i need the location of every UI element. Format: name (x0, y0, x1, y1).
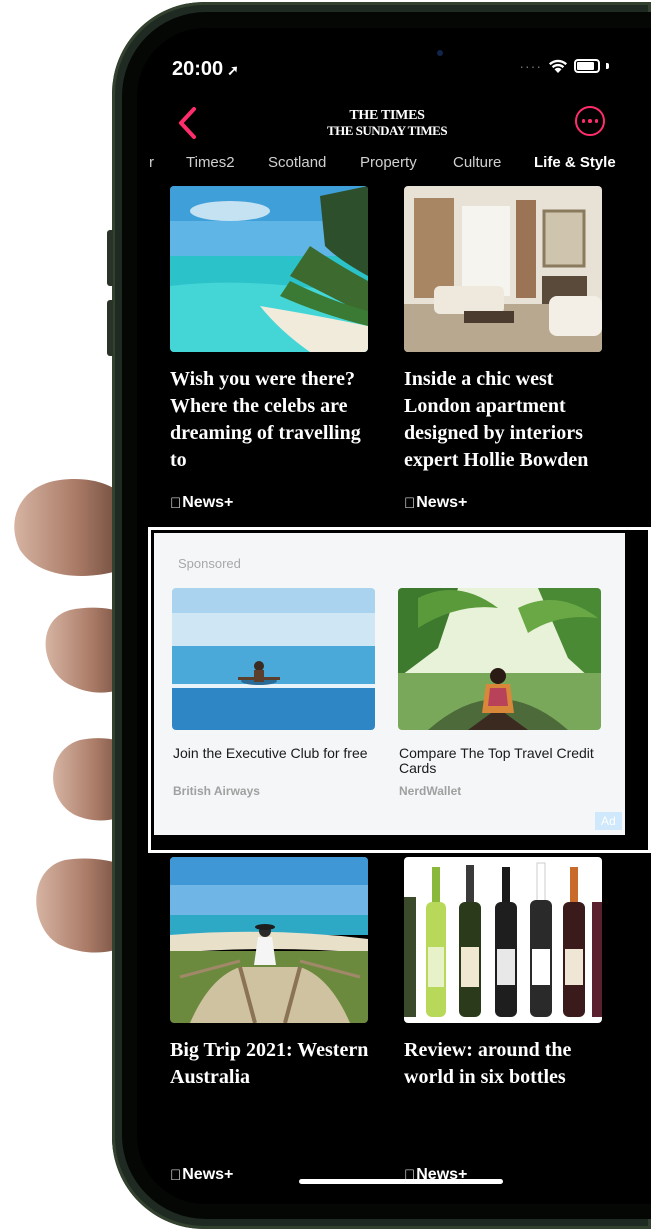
tab-scotland[interactable]: Scotland (268, 154, 326, 171)
status-time: 20:00 ➚ (172, 58, 239, 80)
sponsored-ad-module: Sponsored Join the Executive Club for fr… (148, 527, 651, 853)
camera-icon (437, 50, 443, 56)
ad-panel: Sponsored Join the Executive Club for fr… (154, 533, 625, 835)
ad-advertiser: NerdWallet (399, 784, 462, 798)
news-plus-badge: News+ (170, 494, 233, 512)
volume-down-button (107, 300, 113, 356)
ad-advertiser: British Airways (173, 784, 260, 798)
back-chevron-icon[interactable] (175, 106, 199, 140)
bottles-illustration (404, 857, 602, 1023)
tab-times2[interactable]: Times2 (186, 154, 235, 171)
phone-screen: 20:00 ➚ ···· THE TIMES THE SUNDAY TIMES r… (137, 28, 651, 1204)
tab-partial[interactable]: r (149, 154, 154, 171)
wifi-icon (549, 59, 567, 73)
location-arrow-icon: ➚ (227, 62, 239, 78)
publication-logo: THE TIMES THE SUNDAY TIMES (326, 108, 448, 138)
tab-culture[interactable]: Culture (453, 154, 501, 171)
ad-title[interactable]: Join the Executive Club for free (173, 746, 378, 761)
tab-property[interactable]: Property (360, 154, 417, 171)
section-tabs: r Times2 Scotland Property Culture Life … (137, 154, 651, 180)
battery-icon (574, 59, 600, 73)
beach-illustration (170, 186, 368, 352)
ad-title[interactable]: Compare The Top Travel Credit Cards (399, 746, 604, 776)
article-image-boardwalk[interactable] (170, 857, 368, 1023)
article-headline[interactable]: Big Trip 2021: Western Australia (170, 1037, 380, 1091)
jungle-illustration (398, 588, 601, 730)
news-plus-badge: News+ (404, 494, 467, 512)
article-image-wine-bottles[interactable] (404, 857, 602, 1023)
ad-image-infinity-pool[interactable] (172, 588, 375, 730)
signal-dots-icon: ···· (519, 58, 542, 74)
apple-logo-icon:  (404, 495, 415, 512)
ad-image-jungle-boat[interactable] (398, 588, 601, 730)
pool-illustration (172, 588, 375, 730)
interior-illustration (404, 186, 602, 352)
apple-logo-icon:  (170, 495, 181, 512)
boardwalk-illustration (170, 857, 368, 1023)
status-indicators: ···· (519, 58, 609, 74)
article-headline[interactable]: Review: around the world in six bottles (404, 1037, 614, 1091)
apple-logo-icon:  (170, 1167, 181, 1184)
tab-life-style[interactable]: Life & Style (534, 154, 616, 171)
article-image-beach[interactable] (170, 186, 368, 352)
news-plus-badge: News+ (170, 1166, 233, 1184)
more-options-icon[interactable] (575, 106, 605, 136)
article-headline[interactable]: Wish you were there? Where the celebs ar… (170, 366, 380, 474)
ad-badge: Ad (595, 812, 622, 830)
article-image-interior[interactable] (404, 186, 602, 352)
home-indicator[interactable] (299, 1179, 503, 1184)
sponsored-label: Sponsored (178, 556, 241, 571)
volume-up-button (107, 230, 113, 286)
article-headline[interactable]: Inside a chic west London apartment desi… (404, 366, 614, 474)
